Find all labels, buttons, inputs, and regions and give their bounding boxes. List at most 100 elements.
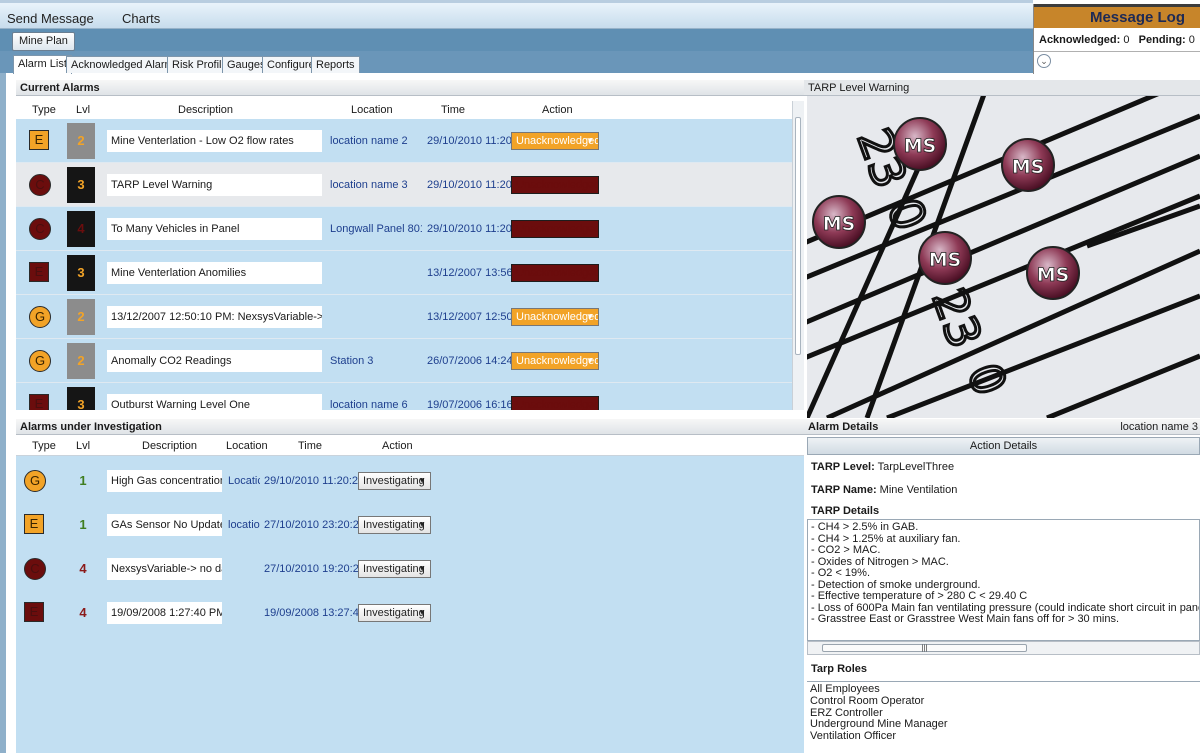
table-row[interactable]: E 3 Mine Venterlation Anomilies 13/12/2007 … [16,251,792,295]
scrollbar-thumb[interactable]: ||| [822,644,1027,652]
alarm-description: To Many Vehicles in Panel [107,218,322,240]
action-details-button[interactable]: Action Details [807,437,1200,455]
alarm-level: 3 [67,167,95,203]
action-dropdown[interactable]: Unacknowledged ▼ [511,396,599,410]
alarm-type-badge: G [29,350,51,372]
current-alarms-scrollbar[interactable] [792,101,804,410]
scrollbar-thumb[interactable] [795,117,801,355]
tarp-details-box: - CH4 > 2.5% in GAB. - CH4 > 1.25% at aux… [807,519,1200,641]
map-label: 0 [877,191,938,237]
ms-marker[interactable]: MS [918,231,972,285]
col-description[interactable]: Description [142,440,197,452]
ms-marker[interactable]: MS [893,117,947,171]
alarm-type-badge: G [29,306,51,328]
alarm-description: NexsysVariable-> no data [107,558,222,580]
table-row[interactable]: G 2 13/12/2007 12:50:10 PM: NexsysVariable… [16,295,792,339]
alarm-location: location name 2 [330,135,408,147]
tarp-details-hscrollbar[interactable]: ||| [807,641,1200,655]
col-action[interactable]: Action [542,104,573,116]
alarm-description: TARP Level Warning [107,174,322,196]
table-row[interactable]: E 2 Mine Venterlation - Low O2 flow rates l… [16,119,792,163]
action-dropdown[interactable]: Investigating ▼ [358,472,431,490]
col-lvl[interactable]: Lvl [76,104,90,116]
col-time[interactable]: Time [298,440,322,452]
chevron-circle-icon[interactable]: ⌄ [1037,54,1051,68]
alarm-level: 2 [67,123,95,159]
table-row[interactable]: C 4 NexsysVariable-> no data 27/10/2010 19:… [16,547,804,591]
tarp-level-label: TARP Level: [811,461,875,473]
alarm-location: location name 6 [330,399,408,410]
col-location[interactable]: Location [351,104,393,116]
action-dropdown[interactable]: Unacknowledged ▼ [511,220,599,238]
marker-label: MS [823,213,856,235]
alarm-description: Mine Venterlation - Low O2 flow rates [107,130,322,152]
col-location[interactable]: Location [226,440,268,452]
table-row[interactable]: C 4 To Many Vehicles in Panel Longwall Pane… [16,207,792,251]
alarm-time: 19/09/2008 13:27:41 [264,607,365,619]
mine-plan-button[interactable]: Mine Plan [12,32,75,51]
tarp-name-label: TARP Name: [811,484,877,496]
chevron-down-icon: ▼ [586,268,594,277]
charts-menu[interactable]: Charts [122,11,160,26]
action-dropdown[interactable]: Unacknowledged ▼ [511,352,599,370]
action-dropdown[interactable]: Unacknowledged ▼ [511,308,599,326]
col-type[interactable]: Type [32,104,56,116]
send-message-menu[interactable]: Send Message [7,11,94,26]
alarm-type-badge: C [29,174,51,196]
action-label: Investigating [363,475,425,487]
alarm-location: location name 3 [330,179,408,191]
acknowledged-label: Acknowledged: [1039,34,1121,46]
pending-count: 0 [1188,34,1195,46]
col-action[interactable]: Action [382,440,413,452]
col-time[interactable]: Time [441,104,465,116]
chevron-down-icon: ▼ [586,400,594,409]
table-row[interactable]: G 1 High Gas concentration Sl Locatic 29/10/… [16,459,804,503]
tarp-detail-line: - CH4 > 2.5% in GAB. [811,521,919,533]
mine-map[interactable]: 23 0 23 0 MS MS MS MS MS [807,96,1200,418]
alarm-type-badge: G [24,470,46,492]
message-log-title: Message Log [1034,4,1200,28]
chevron-down-icon: ▼ [586,136,594,145]
table-row[interactable]: E 4 19/09/2008 1:27:40 PM: I 19/09/2008 13:… [16,591,804,635]
action-dropdown[interactable]: Unacknowledged ▼ [511,176,599,194]
tarp-level: TARP Level: TarpLevelThree [811,461,954,473]
marker-label: MS [1037,264,1070,286]
action-dropdown[interactable]: Investigating ▼ [358,560,431,578]
tab-alarm-list[interactable]: Alarm List [13,55,72,74]
action-dropdown[interactable]: Unacknowledged ▼ [511,264,599,282]
col-description[interactable]: Description [178,104,233,116]
tab-reports[interactable]: Reports [311,56,360,73]
action-label: Investigating [363,563,425,575]
alarm-type-badge: E [29,130,49,150]
action-dropdown[interactable]: Unacknowledged ▼ [511,132,599,150]
left-frame [0,73,6,753]
ms-marker[interactable]: MS [812,195,866,249]
message-log-counts: Acknowledged: 0 Pending: 0 [1034,28,1200,46]
alarm-level: 4 [79,561,87,576]
action-dropdown[interactable]: Investigating ▼ [358,516,431,534]
tarp-roles-list: All Employees Control Room Operator ERZ Co… [807,681,1200,753]
col-lvl[interactable]: Lvl [76,440,90,452]
tarp-detail-line: - O2 < 19%. [811,567,871,579]
acknowledged-count: 0 [1123,34,1130,46]
toolbar [0,29,1033,51]
alarm-description: Anomally CO2 Readings [107,350,322,372]
ms-marker[interactable]: MS [1026,246,1080,300]
table-row[interactable]: C 3 TARP Level Warning location name 3 29/10… [16,163,792,207]
alarm-location: locatioi [228,519,260,531]
table-row[interactable]: E 1 GAs Sensor No Updates locatioi 27/10/201… [16,503,804,547]
alarm-description: 13/12/2007 12:50:10 PM: NexsysVariable->… [107,306,322,328]
divider [1034,51,1200,52]
action-dropdown[interactable]: Investigating ▼ [358,604,431,622]
investigation-list: G 1 High Gas concentration Sl Locatic 29/10/… [16,456,804,753]
alarm-time: 29/10/2010 11:20:24 [264,475,365,487]
ms-marker[interactable]: MS [1001,138,1055,192]
col-type[interactable]: Type [32,440,56,452]
investigation-column-header: Type Lvl Description Location Time Actio… [16,437,804,456]
alarm-type-badge: E [24,602,44,622]
tarp-level-value: TarpLevelThree [877,461,955,473]
alarm-level: 3 [67,255,95,291]
table-row[interactable]: E 3 Outburst Warning Level One location nam… [16,383,792,410]
alarm-level: 1 [79,517,87,532]
table-row[interactable]: G 2 Anomally CO2 Readings Station 3 26/07/20… [16,339,792,383]
